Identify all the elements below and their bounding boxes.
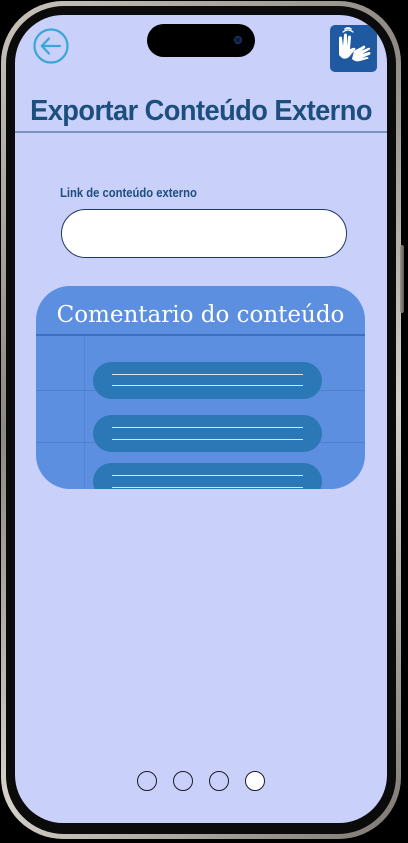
sign-language-hands-icon (339, 27, 371, 62)
comment-line-rule (112, 475, 303, 476)
comment-line-3[interactable] (93, 463, 322, 489)
dynamic-island (147, 24, 255, 57)
comment-line-rule (112, 374, 303, 375)
title-divider (15, 131, 387, 133)
page-dot-3[interactable] (209, 771, 229, 791)
page-dot-2[interactable] (173, 771, 193, 791)
comment-card-title: Comentario do conteúdo (56, 302, 345, 328)
comment-line-1[interactable] (93, 362, 322, 399)
comment-card: Comentario do conteúdo (36, 286, 365, 489)
arrow-left-circle-icon (33, 28, 69, 64)
external-link-input[interactable] (61, 209, 347, 258)
comment-line-rule (112, 427, 303, 428)
front-camera (234, 36, 242, 44)
comment-line-rule (112, 385, 303, 386)
page-dot-1[interactable] (137, 771, 157, 791)
app-screen: Exportar Conteúdo Externo Link de conteú… (15, 15, 387, 823)
comment-line-2[interactable] (93, 415, 322, 452)
page-dot-4[interactable] (245, 771, 265, 791)
back-button[interactable] (32, 27, 70, 65)
link-field-label: Link de conteúdo externo (60, 186, 197, 200)
page-title: Exportar Conteúdo Externo (30, 95, 372, 127)
comment-card-divider (36, 334, 365, 336)
grid-line (84, 336, 85, 489)
power-button (400, 245, 404, 313)
comment-line-rule (112, 439, 303, 440)
comment-line-rule (112, 487, 303, 488)
sign-language-button[interactable] (330, 25, 377, 72)
page-indicator (135, 771, 275, 795)
